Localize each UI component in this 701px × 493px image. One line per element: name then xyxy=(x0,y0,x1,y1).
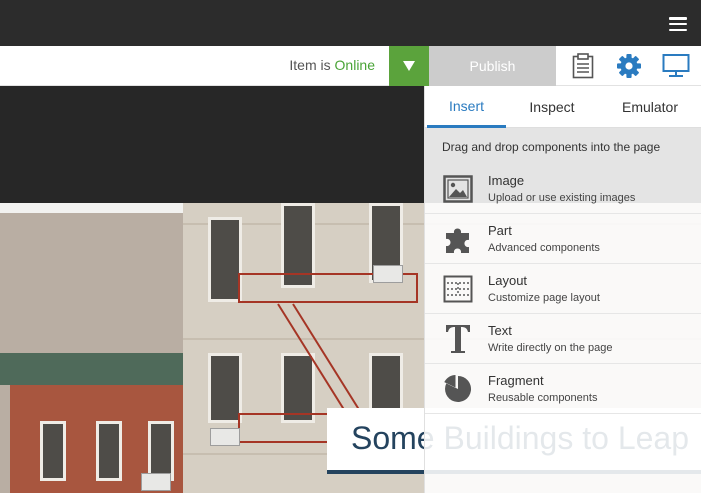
tab-emulator[interactable]: Emulator xyxy=(598,86,701,128)
top-bar xyxy=(0,0,701,46)
toolbar: Item is Online Publish xyxy=(0,46,701,86)
component-title: Text xyxy=(488,323,512,338)
component-title: Part xyxy=(488,223,512,238)
panel-tabs: Insert Inspect Emulator xyxy=(425,86,701,128)
component-fragment[interactable]: Fragment Reusable components xyxy=(425,364,701,414)
component-part[interactable]: Part Advanced components xyxy=(425,214,701,264)
component-title: Fragment xyxy=(488,373,544,388)
component-description: Advanced components xyxy=(488,242,600,254)
monitor-icon[interactable] xyxy=(662,52,690,80)
layout-icon xyxy=(442,273,474,305)
component-text[interactable]: Text Write directly on the page xyxy=(425,314,701,364)
panel-hint: Drag and drop components into the page xyxy=(442,140,661,154)
puzzle-icon xyxy=(442,223,474,255)
insert-panel: Insert Inspect Emulator Drag and drop co… xyxy=(424,86,701,493)
pie-icon xyxy=(442,373,474,405)
component-title: Image xyxy=(488,173,525,188)
chevron-down-icon xyxy=(403,61,415,71)
status-prefix: Item is xyxy=(289,57,331,73)
component-description: Write directly on the page xyxy=(488,342,613,354)
clipboard-icon[interactable] xyxy=(569,52,597,80)
component-description: Upload or use existing images xyxy=(488,192,636,204)
component-layout[interactable]: Layout Customize page layout xyxy=(425,264,701,314)
text-icon xyxy=(442,323,474,355)
status-value: Online xyxy=(334,57,375,73)
tab-insert[interactable]: Insert xyxy=(427,86,506,128)
menu-icon[interactable] xyxy=(669,17,687,32)
publish-dropdown-button[interactable] xyxy=(389,46,429,86)
gear-icon[interactable] xyxy=(615,52,643,80)
publish-button[interactable]: Publish xyxy=(429,46,556,86)
item-status: Item is Online xyxy=(289,57,375,73)
component-description: Customize page layout xyxy=(488,292,600,304)
component-title: Layout xyxy=(488,273,528,288)
component-description: Reusable components xyxy=(488,392,598,404)
image-icon xyxy=(442,173,474,205)
tab-inspect[interactable]: Inspect xyxy=(506,86,598,128)
component-image[interactable]: Image Upload or use existing images xyxy=(425,164,701,214)
